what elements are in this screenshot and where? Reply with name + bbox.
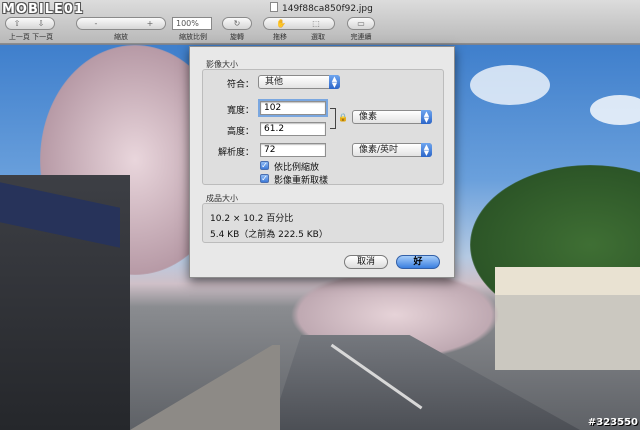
checkmark-icon: ✓ [261, 161, 268, 170]
move-select-button[interactable]: ✋ ⬚ [263, 17, 335, 30]
prev-next-button[interactable]: ⇧ ⇩ [5, 17, 55, 30]
prev-arrow-icon: ⇧ [13, 19, 21, 28]
width-label: 寬度： [226, 106, 254, 116]
cloud-shape [590, 95, 640, 125]
resolution-field[interactable]: 72 [260, 143, 326, 157]
resolution-units-value: 像素/英吋 [359, 145, 399, 155]
rotate-icon: ↻ [233, 19, 241, 28]
zoom-in-icon: + [146, 19, 154, 28]
fit-popup-value: 其他 [265, 77, 284, 87]
rotate-label: 旋轉 [230, 33, 244, 41]
move-label: 拖移 [273, 33, 287, 41]
window-filename: 149f88ca850f92.jpg [282, 4, 373, 14]
scale-proportionally-label: 依比例縮放 [274, 163, 320, 173]
cancel-button[interactable]: 取消 [344, 255, 388, 269]
resolution-label: 解析度： [217, 148, 254, 158]
resample-label: 影像重新取樣 [274, 176, 329, 186]
resolution-units-popup[interactable]: 像素/英吋 ▲ ▼ [352, 143, 432, 157]
mobile01-logo: MOBILE01 [2, 2, 84, 17]
left-sidewalk-shape [130, 345, 280, 430]
lock-icon: 🔒 [338, 113, 348, 122]
result-file-size: 5.4 KB（之前為 222.5 KB） [210, 230, 328, 240]
zoom-out-icon: - [94, 19, 98, 28]
rotate-button[interactable]: ↻ [222, 17, 252, 30]
zoom-button[interactable]: - + [76, 17, 166, 30]
updown-arrows-icon: ▲ ▼ [329, 75, 340, 89]
units-popup-value: 像素 [359, 112, 378, 122]
zoom-percent-label: 縮放比例 [179, 33, 207, 41]
units-popup[interactable]: 像素 ▲ ▼ [352, 110, 432, 124]
done-button[interactable]: ▭ [347, 17, 375, 30]
select-label: 選取 [311, 33, 325, 41]
toolbar: MOBILE01 149f88ca850f92.jpg ⇧ ⇩ 上一頁 下一頁 … [0, 0, 640, 44]
updown-arrows-icon: ▲ ▼ [421, 110, 432, 124]
document-icon [270, 2, 278, 12]
height-field[interactable]: 61.2 [260, 122, 326, 136]
fit-label: 符合： [226, 80, 254, 90]
watermark-id: #323550 [587, 417, 638, 428]
ok-button[interactable]: 好 [396, 255, 440, 269]
next-arrow-icon: ⇩ [37, 19, 45, 28]
scale-proportionally-checkbox[interactable]: ✓ [260, 161, 269, 170]
updown-arrows-icon: ▲ ▼ [421, 143, 432, 157]
width-field[interactable]: 102 [258, 99, 328, 117]
resample-checkbox[interactable]: ✓ [260, 174, 269, 183]
hand-icon: ✋ [276, 19, 286, 28]
proportion-link-bracket [330, 108, 336, 129]
window-title: 149f88ca850f92.jpg [270, 2, 400, 15]
cloud-shape [470, 65, 550, 105]
fit-popup[interactable]: 其他 ▲ ▼ [258, 75, 340, 89]
image-size-dialog: 影像大小 符合： 其他 ▲ ▼ 寬度： 102 高度： 61.2 🔒 像素 ▲ ▼ … [189, 46, 455, 278]
done-label: 完連續 [350, 33, 372, 41]
right-sign-shape [495, 267, 640, 295]
zoom-percent-field[interactable]: 100% [172, 17, 212, 30]
height-label: 高度： [226, 127, 254, 137]
select-icon: ⬚ [312, 19, 320, 28]
result-dimensions: 10.2 × 10.2 百分比 [210, 214, 294, 224]
checkmark-icon: ✓ [261, 174, 268, 183]
done-icon: ▭ [357, 19, 365, 28]
prev-next-label: 上一頁 下一頁 [8, 33, 54, 41]
zoom-label: 縮放 [114, 33, 128, 41]
